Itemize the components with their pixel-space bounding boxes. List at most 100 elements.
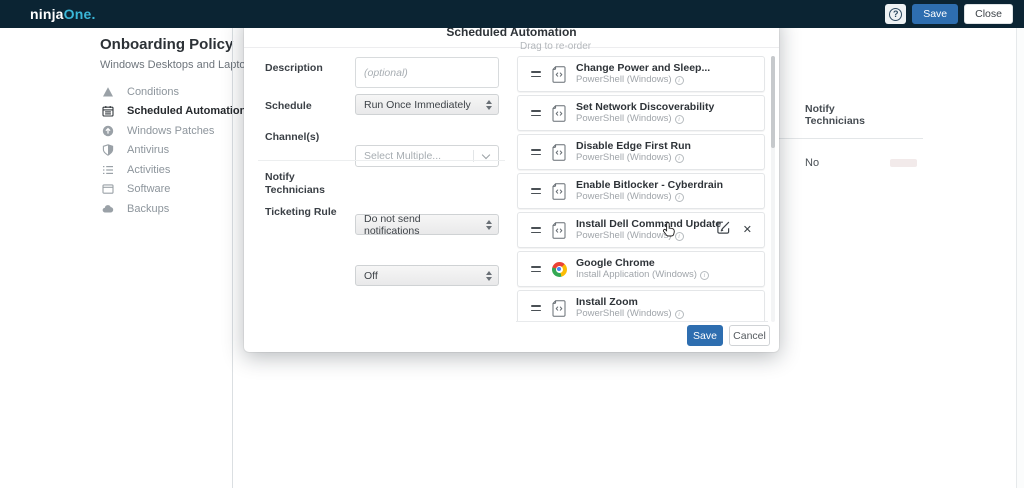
question-icon: ? [889, 7, 903, 21]
script-icon [550, 221, 568, 239]
schedule-label: Schedule [265, 100, 312, 112]
right-edge-strip [1017, 28, 1024, 488]
automation-subtitle: PowerShell (Windows) [576, 230, 672, 241]
sidebar-item-backups[interactable]: Backups [101, 199, 253, 219]
info-icon[interactable]: i [674, 192, 684, 202]
save-button-top[interactable]: Save [912, 4, 959, 24]
close-button-top[interactable]: Close [964, 4, 1013, 24]
script-icon [550, 65, 568, 83]
automation-title: Install Dell Command Update [576, 218, 722, 230]
automation-list: Change Power and Sleep... PowerShell (Wi… [516, 56, 768, 322]
drag-handle-icon[interactable] [531, 305, 541, 311]
policy-nav-menu: Conditions Scheduled Automations Windows… [101, 82, 253, 219]
table-header-divider [779, 138, 923, 139]
edit-automation-icon[interactable] [717, 221, 730, 239]
faded-text-placeholder [890, 159, 917, 167]
schedule-value: Run Once Immediately [364, 98, 471, 111]
calendar-icon [101, 105, 114, 118]
info-icon[interactable]: i [674, 309, 684, 319]
automation-list-item[interactable]: Disable Edge First Run PowerShell (Windo… [517, 134, 765, 170]
list-icon [101, 163, 114, 176]
page-title: Onboarding Policy [100, 36, 234, 53]
drag-handle-icon[interactable] [531, 188, 541, 194]
automation-subtitle: PowerShell (Windows) [576, 308, 672, 319]
sidebar-divider [232, 28, 233, 488]
automation-list-item[interactable]: Enable Bitlocker - Cyberdrain PowerShell… [517, 173, 765, 209]
sidebar-item-windows-patches[interactable]: Windows Patches [101, 121, 253, 141]
shield-icon [101, 144, 114, 157]
drag-handle-icon[interactable] [531, 266, 541, 272]
notify-technicians-value: Do not send notifications [364, 212, 421, 237]
drag-handle-icon[interactable] [531, 149, 541, 155]
drag-to-reorder-hint: Drag to re-order [520, 41, 592, 52]
description-label: Description [265, 62, 323, 74]
sidebar-item-antivirus[interactable]: Antivirus [101, 141, 253, 161]
automation-subtitle: PowerShell (Windows) [576, 113, 672, 124]
drag-handle-icon[interactable] [531, 227, 541, 233]
info-icon[interactable]: i [674, 75, 684, 85]
select-stepper-icon [486, 270, 492, 281]
ticketing-rule-value: Off [364, 269, 378, 282]
automation-list-item[interactable]: Change Power and Sleep... PowerShell (Wi… [517, 56, 765, 92]
modal-cancel-button[interactable]: Cancel [729, 325, 770, 346]
modal-save-button[interactable]: Save [687, 325, 723, 346]
script-icon [550, 182, 568, 200]
page-subtitle: Windows Desktops and Laptops [100, 59, 258, 71]
automation-subtitle: PowerShell (Windows) [576, 152, 672, 163]
description-placeholder: (optional) [364, 67, 408, 79]
automation-title: Enable Bitlocker - Cyberdrain [576, 179, 724, 191]
automation-title: Disable Edge First Run [576, 140, 691, 152]
automation-subtitle: PowerShell (Windows) [576, 191, 672, 202]
sidebar-item-conditions[interactable]: Conditions [101, 82, 253, 102]
notify-technicians-select[interactable]: Do not send notifications [355, 212, 499, 237]
modal-header-divider [244, 47, 779, 48]
automation-list-item[interactable]: Google Chrome Install Application (Windo… [517, 251, 765, 287]
right-edge-divider [1016, 28, 1017, 488]
select-stepper-icon [486, 99, 492, 110]
ninjaone-logo: ninjaOne. [30, 6, 96, 22]
automation-subtitle: PowerShell (Windows) [576, 74, 672, 85]
list-scrollbar-track[interactable] [771, 56, 775, 322]
scheduled-automation-modal: Scheduled Automation Description (option… [244, 14, 779, 352]
info-icon[interactable]: i [699, 270, 709, 280]
remove-automation-icon[interactable]: ✕ [743, 224, 752, 236]
script-icon [550, 143, 568, 161]
notify-technicians-column-header: Notify Technicians [805, 103, 865, 127]
info-icon[interactable]: i [674, 153, 684, 163]
drag-handle-icon[interactable] [531, 110, 541, 116]
window-icon [101, 183, 114, 196]
ticketing-rule-select[interactable]: Off [355, 265, 499, 286]
schedule-select[interactable]: Run Once Immediately [355, 94, 499, 115]
drag-handle-icon[interactable] [531, 71, 541, 77]
automation-title: Set Network Discoverability [576, 101, 715, 113]
automation-list-item[interactable]: Install Dell Command Update PowerShell (… [517, 212, 765, 248]
top-bar: ninjaOne. ? Save Close [0, 0, 1024, 28]
warning-triangle-icon [101, 85, 114, 98]
form-section-divider [258, 160, 505, 161]
channels-select[interactable]: Select Multiple... [355, 145, 499, 167]
automation-title: Install Zoom [576, 296, 638, 308]
notify-technicians-value: No [805, 157, 820, 169]
channels-label: Channel(s) [265, 131, 320, 143]
info-icon[interactable]: i [674, 231, 684, 241]
notify-technicians-label: Notify Technicians [265, 171, 325, 196]
ticketing-rule-label: Ticketing Rule [265, 206, 337, 218]
sidebar-item-software[interactable]: Software [101, 180, 253, 200]
chrome-icon [551, 261, 567, 277]
arrow-up-circle-icon [101, 124, 114, 137]
help-button[interactable]: ? [885, 4, 907, 24]
automation-title: Change Power and Sleep... [576, 62, 711, 74]
sidebar-item-scheduled-automations[interactable]: Scheduled Automations [101, 102, 253, 122]
script-icon [550, 104, 568, 122]
info-icon[interactable]: i [674, 114, 684, 124]
select-stepper-icon [486, 219, 492, 230]
description-input[interactable]: (optional) [355, 57, 499, 88]
sidebar-item-activities[interactable]: Activities [101, 160, 253, 180]
chrome-icon [550, 261, 568, 277]
automation-list-item[interactable]: Install Zoom PowerShell (Windows) i [517, 290, 765, 321]
chevron-down-icon [481, 150, 491, 160]
list-scrollbar-thumb[interactable] [771, 56, 775, 148]
automation-list-item[interactable]: Set Network Discoverability PowerShell (… [517, 95, 765, 131]
automation-title: Google Chrome [576, 257, 655, 269]
script-icon [550, 299, 568, 317]
